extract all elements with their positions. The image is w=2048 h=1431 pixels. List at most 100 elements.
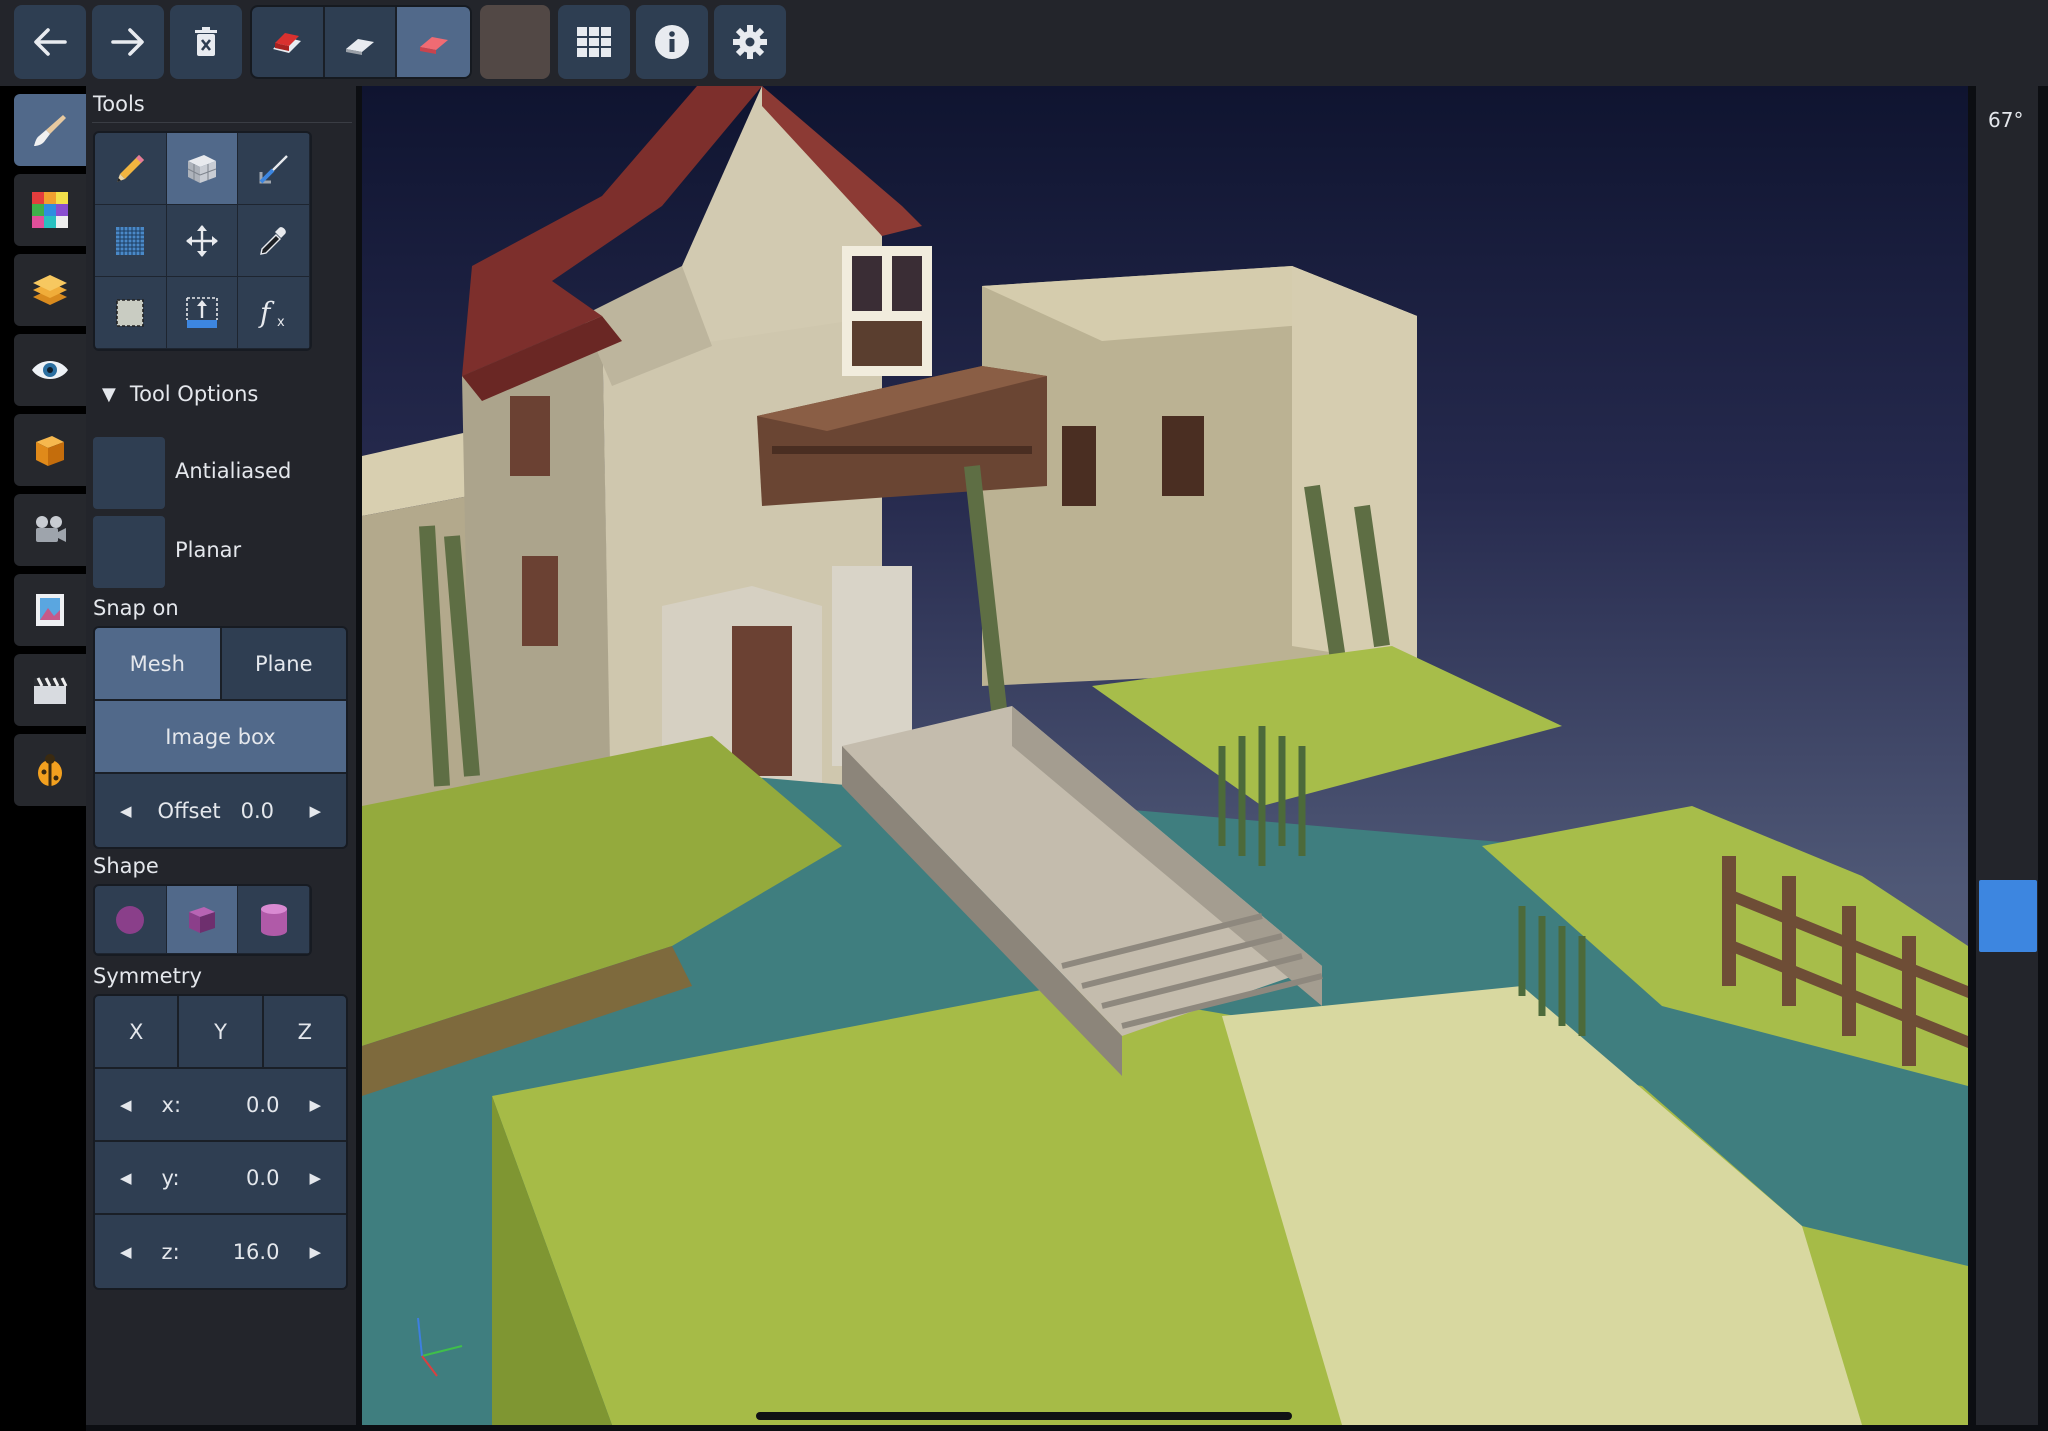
shape-sphere[interactable] [95,886,167,954]
bug-icon [38,754,62,786]
tool-procedural[interactable]: fx [238,277,310,349]
tool-box[interactable] [166,133,239,205]
sidebar-item-palette[interactable] [14,174,86,246]
image-icon [36,594,64,626]
y-increment-button[interactable]: ▶ [309,1169,321,1187]
tool-move[interactable] [166,205,239,277]
sidebar-item-model[interactable] [14,414,86,486]
shape-cube[interactable] [166,886,239,954]
tool-plane[interactable] [95,205,167,277]
offset-decrement-button[interactable]: ◀ [120,802,132,820]
snap-image-box-button[interactable]: Image box [95,701,346,772]
undo-button[interactable] [14,5,86,79]
top-toolbar [0,0,2048,86]
antialiased-label: Antialiased [175,459,292,483]
x-decrement-button[interactable]: ◀ [120,1096,132,1114]
y-value[interactable]: 0.0 [246,1166,279,1190]
snap-mesh-button[interactable]: Mesh [95,628,222,699]
erase-icon [346,39,374,55]
tool-laser[interactable] [238,133,310,205]
tool-options-header[interactable]: ▼ Tool Options [102,382,258,406]
grid-icon [577,27,611,57]
tool-options-title: Tool Options [129,382,259,406]
z-decrement-button[interactable]: ◀ [120,1243,132,1261]
sidebar-item-draw[interactable] [14,94,86,166]
brush-mode-group [250,5,472,79]
tool-extrude[interactable] [166,277,239,349]
symmetry-title: Symmetry [93,964,202,988]
symmetry-z-button[interactable]: Z [264,996,346,1067]
pencil-icon [117,154,145,182]
cube-shape-icon [188,906,215,933]
y-decrement-button[interactable]: ◀ [120,1169,132,1187]
attach-icon [419,37,448,54]
redo-button[interactable] [92,5,164,79]
z-value[interactable]: 16.0 [233,1240,280,1264]
3d-viewport[interactable] [362,86,1968,1425]
snap-box: Mesh Plane Image box ◀ Offset 0.0 ▶ [93,626,348,849]
tool-selection[interactable] [95,277,167,349]
svg-text:f: f [258,296,275,329]
divider [92,122,352,123]
voxel-scene [362,86,1968,1425]
box-tool-icon [187,154,217,183]
eye-icon [32,361,68,379]
sphere-icon [116,905,145,934]
brush-icon [34,115,66,146]
snap-title: Snap on [93,596,179,620]
fov-slider-thumb[interactable] [1979,880,2037,952]
symmetry-x-stepper: ◀ x: 0.0 ▶ [95,1069,346,1140]
z-label: z: [161,1239,180,1264]
antialiased-checkbox[interactable] [93,437,165,509]
shape-grid [93,884,312,956]
info-icon [655,25,689,59]
sidebar-item-layers[interactable] [14,254,86,326]
tools-title: Tools [93,92,145,116]
offset-increment-button[interactable]: ▶ [309,802,321,820]
sidebar-item-debug[interactable] [14,734,86,806]
erase-mode-button[interactable] [325,7,398,77]
z-increment-button[interactable]: ▶ [309,1243,321,1261]
x-increment-button[interactable]: ▶ [309,1096,321,1114]
function-icon: fx [258,296,285,330]
plane-icon [116,226,145,255]
offset-stepper: ◀ Offset 0.0 ▶ [95,774,346,847]
grid-button[interactable] [558,5,630,79]
clapper-icon [34,677,68,704]
home-indicator[interactable] [756,1412,1292,1420]
tool-color-picker[interactable] [238,205,310,277]
shape-cylinder[interactable] [238,886,310,954]
svg-text:x: x [277,315,285,330]
palette-icon [32,192,68,228]
sidebar-item-render[interactable] [14,494,86,566]
extrude-icon [186,296,218,328]
paint-mode-button[interactable] [252,7,325,77]
tool-pencil[interactable] [95,133,167,205]
attach-mode-button[interactable] [397,7,470,77]
x-value[interactable]: 0.0 [246,1093,279,1117]
sidebar-item-view[interactable] [14,334,86,406]
eyedropper-icon [259,226,286,255]
delete-button[interactable] [170,5,242,79]
snap-plane-button[interactable]: Plane [222,628,347,699]
cylinder-icon [260,903,287,936]
y-label: y: [161,1165,180,1190]
symmetry-z-stepper: ◀ z: 16.0 ▶ [95,1215,346,1288]
tool-grid: fx [93,131,312,351]
offset-value[interactable]: 0.0 [241,799,274,823]
sidebar-item-image[interactable] [14,574,86,646]
tools-panel: Tools fx ▼ Tool Options Antialiased Plan… [86,86,356,1425]
layers-icon [33,275,67,305]
planar-checkbox[interactable] [93,516,165,588]
symmetry-x-button[interactable]: X [95,996,180,1067]
color-swatch[interactable] [480,5,550,79]
symmetry-y-button[interactable]: Y [179,996,264,1067]
sidebar-item-animation[interactable] [14,654,86,726]
collapse-triangle-icon: ▼ [102,383,116,405]
camera-icon [36,516,66,542]
settings-button[interactable] [714,5,786,79]
redo-icon [111,28,144,56]
shape-title: Shape [93,854,159,878]
fov-slider[interactable]: 67° [1976,86,2038,1425]
info-button[interactable] [636,5,708,79]
